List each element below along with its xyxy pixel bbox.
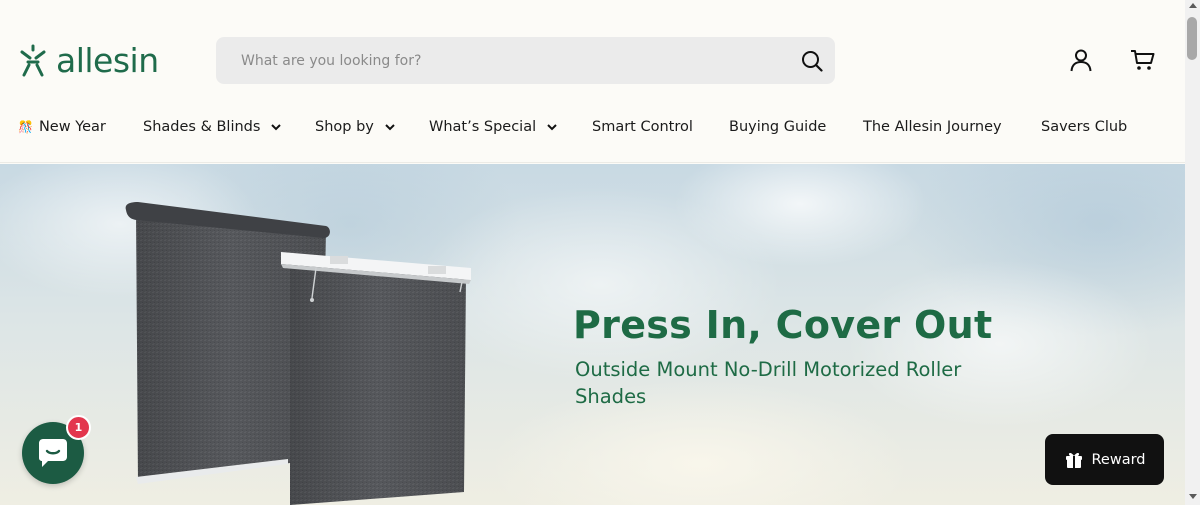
site-logo[interactable]: allesin — [16, 43, 159, 79]
nav-item-label: New Year — [38, 119, 106, 135]
chat-bubble-icon — [39, 439, 67, 467]
search-bar — [216, 37, 835, 84]
nav-item-label: What’s Special — [429, 119, 537, 135]
nav-item-buying-guide[interactable]: Buying Guide — [729, 113, 826, 141]
nav-item-whats-special[interactable]: What’s Special — [429, 113, 558, 141]
chevron-down-icon — [385, 124, 395, 131]
site-header: allesin 🎊 New Year Shades & Blinds — [0, 0, 1185, 163]
nav-item-label: The Allesin Journey — [863, 119, 1002, 135]
account-icon — [1070, 49, 1092, 72]
reward-gift-icon — [1065, 452, 1082, 468]
nav-item-new-year[interactable]: 🎊 New Year — [18, 113, 106, 141]
logo-text: allesin — [56, 41, 159, 80]
search-icon — [802, 50, 823, 72]
cart-icon — [1131, 50, 1155, 70]
nav-item-shades-blinds[interactable]: Shades & Blinds — [143, 113, 282, 141]
search-input[interactable] — [216, 37, 789, 84]
account-button[interactable] — [1067, 46, 1095, 74]
reward-button[interactable]: Reward — [1045, 434, 1164, 485]
nav-item-allesin-journey[interactable]: The Allesin Journey — [863, 113, 1002, 141]
search-button[interactable] — [789, 37, 835, 84]
nav-item-label: Savers Club — [1041, 119, 1128, 135]
party-popper-icon: 🎊 — [18, 120, 33, 134]
nav-item-shop-by[interactable]: Shop by — [315, 113, 396, 141]
cart-button[interactable] — [1129, 46, 1157, 74]
chevron-down-icon — [271, 124, 282, 131]
scroll-down-arrow-icon[interactable] — [1189, 494, 1197, 499]
allesin-person-logo-icon — [20, 44, 46, 77]
nav-item-label: Buying Guide — [729, 119, 827, 135]
nav-item-label: Smart Control — [592, 119, 693, 135]
nav-item-label: Shop by — [315, 119, 374, 135]
chevron-down-icon — [547, 124, 557, 131]
hero-title: Press In, Cover Out — [573, 303, 993, 347]
scrollbar-thumb[interactable] — [1187, 17, 1197, 60]
main-navigation: 🎊 New Year Shades & Blinds Shop by What’… — [0, 113, 1185, 141]
nav-item-savers-club[interactable]: Savers Club — [1041, 113, 1127, 141]
nav-item-label: Shades & Blinds — [143, 119, 261, 135]
reward-label: Reward — [1091, 451, 1146, 468]
nav-item-smart-control[interactable]: Smart Control — [592, 113, 693, 141]
hero-banner[interactable]: Press In, Cover Out Outside Mount No-Dri… — [0, 164, 1185, 505]
scroll-up-arrow-icon[interactable] — [1189, 3, 1197, 8]
page-scrollbar[interactable] — [1185, 0, 1200, 505]
chat-notification-badge: 1 — [66, 415, 91, 440]
hero-subtitle: Outside Mount No-Drill Motorized Roller … — [575, 358, 962, 408]
